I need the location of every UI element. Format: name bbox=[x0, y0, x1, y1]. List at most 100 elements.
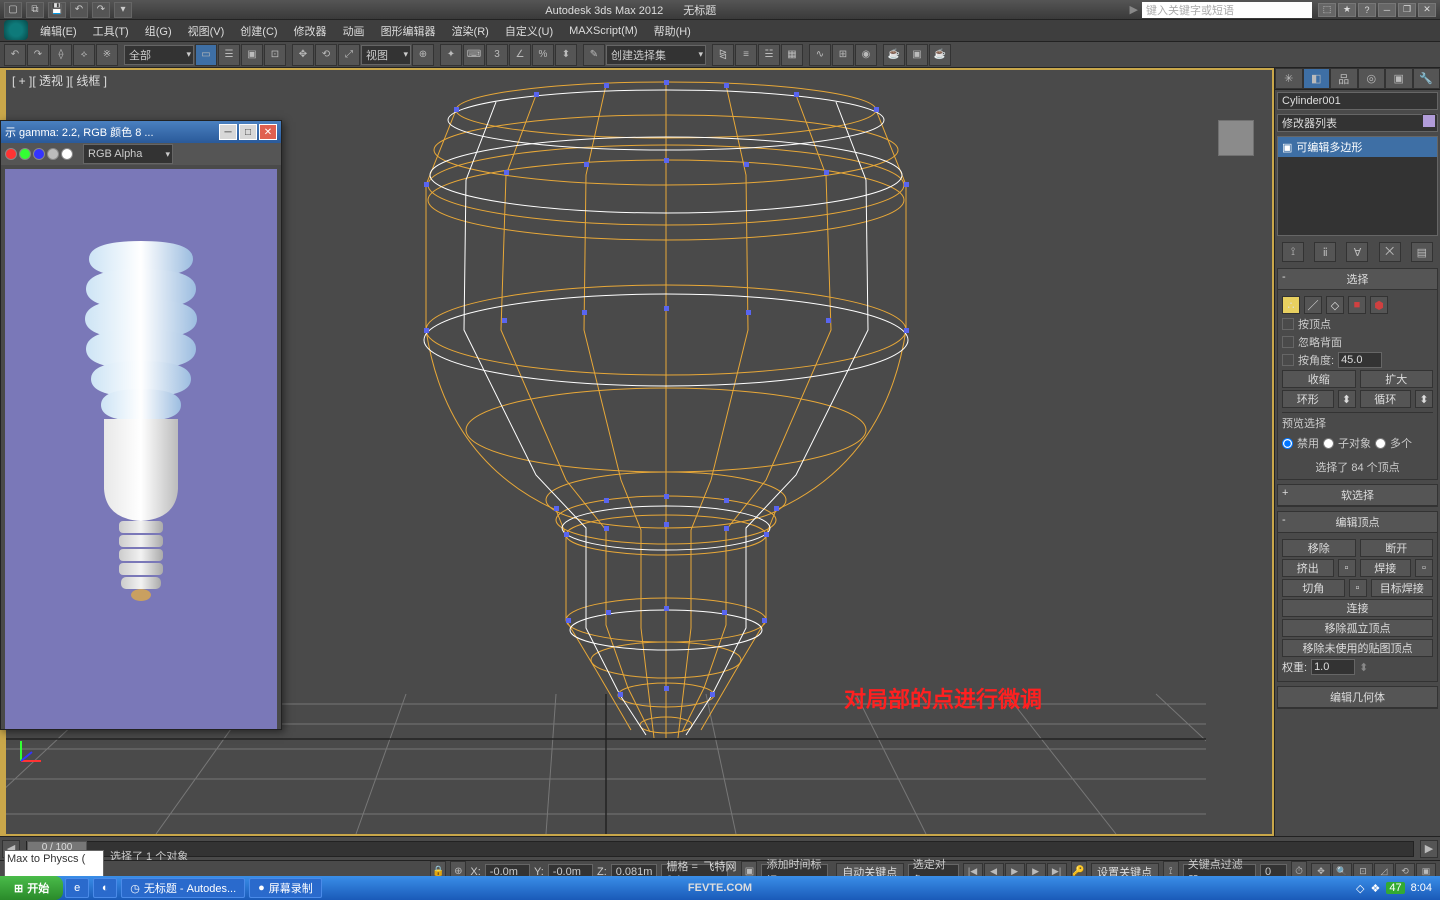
info-icon[interactable]: ⬚ bbox=[1318, 3, 1336, 17]
extrude-settings-button[interactable]: ▫ bbox=[1338, 559, 1356, 577]
layers-icon[interactable]: ☱ bbox=[758, 44, 780, 66]
qat-new-icon[interactable]: ▢ bbox=[4, 2, 22, 18]
rollout-selection-header[interactable]: -选择 bbox=[1278, 269, 1437, 290]
menu-animation[interactable]: 动画 bbox=[337, 21, 371, 41]
channel-red-icon[interactable] bbox=[5, 148, 17, 160]
render-frame-window[interactable]: 示 gamma: 2.2, RGB 颜色 8 ... ─ □ ✕ RGB Alp… bbox=[0, 120, 282, 730]
maximize-button[interactable]: ❐ bbox=[1398, 3, 1416, 17]
loop-button[interactable]: 循环 bbox=[1360, 390, 1412, 408]
channel-blue-icon[interactable] bbox=[33, 148, 45, 160]
pin-stack-icon[interactable]: ⟟ bbox=[1282, 242, 1304, 262]
by-angle-spinner[interactable]: 45.0 bbox=[1338, 352, 1382, 368]
ref-coord-combo[interactable]: 视图 bbox=[361, 45, 411, 65]
tab-modify-icon[interactable]: ◧ bbox=[1303, 68, 1331, 89]
keyboard-shortcut-icon[interactable]: ⌨ bbox=[463, 44, 485, 66]
target-weld-button[interactable]: 目标焊接 bbox=[1371, 579, 1434, 597]
vertex-level-icon[interactable]: ∴ bbox=[1282, 296, 1300, 314]
extrude-button[interactable]: 挤出 bbox=[1282, 559, 1334, 577]
star-icon[interactable]: ★ bbox=[1338, 3, 1356, 17]
tab-utilities-icon[interactable]: 🔧 bbox=[1413, 68, 1440, 89]
render-icon[interactable]: ☕ bbox=[929, 44, 951, 66]
remove-modifier-icon[interactable]: ⨉ bbox=[1379, 242, 1401, 262]
system-tray[interactable]: ◇ ❖ 47 8:04 bbox=[1348, 882, 1440, 895]
move-icon[interactable]: ✥ bbox=[292, 44, 314, 66]
tray-icon-2[interactable]: ❖ bbox=[1370, 882, 1380, 895]
help-search-input[interactable]: 键入关键字或短语 bbox=[1142, 2, 1312, 18]
modifier-item[interactable]: ▣ 可编辑多边形 bbox=[1278, 137, 1437, 157]
ring-button[interactable]: 环形 bbox=[1282, 390, 1334, 408]
shrink-button[interactable]: 收缩 bbox=[1282, 370, 1356, 388]
configure-sets-icon[interactable]: ▤ bbox=[1411, 242, 1433, 262]
menu-create[interactable]: 创建(C) bbox=[234, 21, 283, 41]
quicklaunch-ie-icon[interactable]: e bbox=[65, 878, 89, 898]
select-region-icon[interactable]: ▣ bbox=[241, 44, 263, 66]
weld-button[interactable]: 焊接 bbox=[1360, 559, 1412, 577]
tray-icon[interactable]: ◇ bbox=[1356, 882, 1364, 895]
menu-modifiers[interactable]: 修改器 bbox=[288, 21, 333, 41]
edit-named-sel-icon[interactable]: ✎ bbox=[583, 44, 605, 66]
qat-more-icon[interactable]: ▾ bbox=[114, 2, 132, 18]
tab-hierarchy-icon[interactable]: 品 bbox=[1330, 68, 1358, 89]
qat-undo-icon[interactable]: ↶ bbox=[70, 2, 88, 18]
tab-motion-icon[interactable]: ◎ bbox=[1358, 68, 1386, 89]
menu-customize[interactable]: 自定义(U) bbox=[499, 21, 559, 41]
menu-tools[interactable]: 工具(T) bbox=[87, 21, 135, 41]
show-end-result-icon[interactable]: ⅱ bbox=[1314, 242, 1336, 262]
menu-edit[interactable]: 编辑(E) bbox=[34, 21, 83, 41]
object-name-field[interactable]: Cylinder001 bbox=[1277, 92, 1438, 110]
modifier-stack[interactable]: ▣ 可编辑多边形 bbox=[1277, 136, 1438, 236]
viewport-label[interactable]: [ + ][ 透视 ][ 线框 ] bbox=[12, 72, 107, 89]
remove-isolated-button[interactable]: 移除孤立顶点 bbox=[1282, 619, 1433, 637]
material-editor-icon[interactable]: ◉ bbox=[855, 44, 877, 66]
chamfer-button[interactable]: 切角 bbox=[1282, 579, 1345, 597]
manipulate-icon[interactable]: ✦ bbox=[440, 44, 462, 66]
app-menu-icon[interactable] bbox=[4, 20, 28, 40]
element-level-icon[interactable]: ⬢ bbox=[1370, 296, 1388, 314]
tab-display-icon[interactable]: ▣ bbox=[1385, 68, 1413, 89]
time-slider-next-icon[interactable]: ▶ bbox=[1420, 840, 1438, 858]
make-unique-icon[interactable]: ∀ bbox=[1346, 242, 1368, 262]
menu-group[interactable]: 组(G) bbox=[139, 21, 178, 41]
help-icon[interactable]: ? bbox=[1358, 3, 1376, 17]
object-color-swatch[interactable] bbox=[1422, 114, 1436, 128]
bind-spacewarp-icon[interactable]: ※ bbox=[96, 44, 118, 66]
use-pivot-icon[interactable]: ⊕ bbox=[412, 44, 434, 66]
tray-counter[interactable]: 47 bbox=[1386, 882, 1404, 894]
ignore-backfacing-checkbox[interactable]: 忽略背面 bbox=[1282, 334, 1433, 350]
menu-views[interactable]: 视图(V) bbox=[182, 21, 231, 41]
quicklaunch-app-icon[interactable]: ◐ bbox=[93, 878, 117, 898]
redo-icon[interactable]: ↷ bbox=[27, 44, 49, 66]
border-level-icon[interactable]: ◇ bbox=[1326, 296, 1344, 314]
schematic-view-icon[interactable]: ⊞ bbox=[832, 44, 854, 66]
snap-toggle-icon[interactable]: 3 bbox=[486, 44, 508, 66]
start-button[interactable]: ⊞ 开始 bbox=[0, 876, 63, 900]
close-button[interactable]: ✕ bbox=[1418, 3, 1436, 17]
menu-help[interactable]: 帮助(H) bbox=[648, 21, 697, 41]
align-icon[interactable]: ≡ bbox=[735, 44, 757, 66]
viewcube-icon[interactable] bbox=[1218, 120, 1254, 156]
qat-redo-icon[interactable]: ↷ bbox=[92, 2, 110, 18]
channel-mono-icon[interactable] bbox=[61, 148, 73, 160]
render-close-button[interactable]: ✕ bbox=[259, 124, 277, 140]
scale-icon[interactable]: ⤢ bbox=[338, 44, 360, 66]
minimize-button[interactable]: ─ bbox=[1378, 3, 1396, 17]
preview-subobj-radio[interactable]: 子对象 bbox=[1323, 435, 1371, 451]
render-maximize-button[interactable]: □ bbox=[239, 124, 257, 140]
weight-spinner[interactable]: 1.0 bbox=[1311, 659, 1355, 675]
connect-button[interactable]: 连接 bbox=[1282, 599, 1433, 617]
percent-snap-icon[interactable]: % bbox=[532, 44, 554, 66]
menu-maxscript[interactable]: MAXScript(M) bbox=[563, 23, 643, 39]
menu-rendering[interactable]: 渲染(R) bbox=[446, 21, 495, 41]
preview-multi-radio[interactable]: 多个 bbox=[1375, 435, 1412, 451]
rollout-soft-selection-header[interactable]: +软选择 bbox=[1278, 485, 1437, 506]
chamfer-settings-button[interactable]: ▫ bbox=[1349, 579, 1367, 597]
undo-icon[interactable]: ↶ bbox=[4, 44, 26, 66]
render-channel-combo[interactable]: RGB Alpha bbox=[83, 144, 173, 164]
spinner-snap-icon[interactable]: ⬍ bbox=[555, 44, 577, 66]
channel-alpha-icon[interactable] bbox=[47, 148, 59, 160]
ring-spinner[interactable]: ⬍ bbox=[1338, 390, 1356, 408]
break-button[interactable]: 断开 bbox=[1360, 539, 1434, 557]
rollout-edit-geometry-header[interactable]: 编辑几何体 bbox=[1278, 687, 1437, 708]
menu-graph-editors[interactable]: 图形编辑器 bbox=[375, 21, 442, 41]
tab-create-icon[interactable]: ✳ bbox=[1275, 68, 1303, 89]
